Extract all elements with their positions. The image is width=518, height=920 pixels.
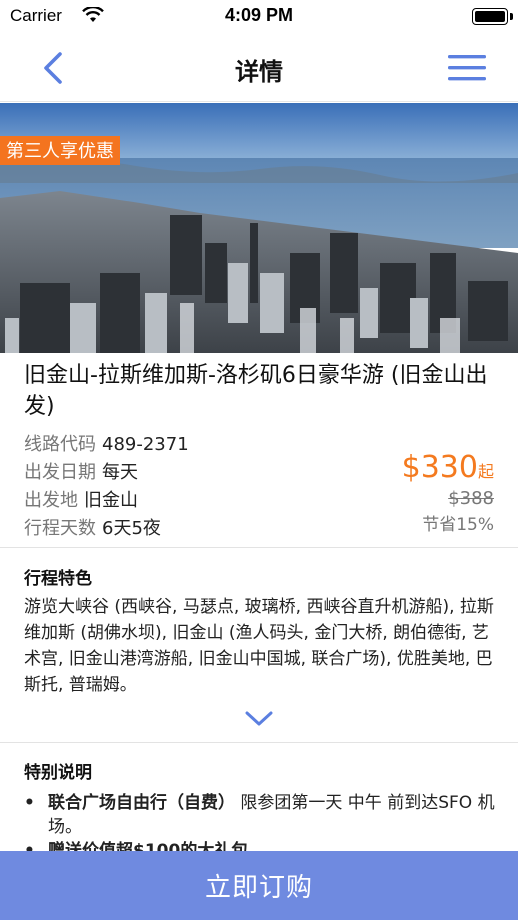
chevron-down-icon [245, 711, 273, 726]
bullet-icon: • [24, 793, 35, 813]
buy-now-label: 立即订购 [204, 873, 313, 903]
saving-label: 节省15% [422, 515, 494, 535]
promo-badge: 第三人享优惠 [0, 136, 120, 165]
price-suffix: 起 [477, 462, 494, 481]
hero-image[interactable]: 第三人享优惠 [0, 103, 518, 353]
price: $330 [401, 450, 478, 485]
info-row-departure-city: 出发地 旧金山 [24, 487, 324, 515]
buy-now-button[interactable]: 立即订购 [0, 851, 518, 920]
info-value: 每天 [102, 462, 138, 483]
original-price: $388 [448, 488, 494, 509]
price-line: $330起 [364, 450, 494, 486]
clock: 4:09 PM [224, 5, 294, 25]
battery-icon [472, 8, 508, 25]
note-bold: 联合广场自由行（自费） [48, 793, 235, 813]
info-label: 出发日期 [24, 462, 96, 483]
info-value: 旧金山 [84, 490, 138, 511]
info-label: 出发地 [24, 490, 78, 511]
note-content: 联合广场自由行（自费） 限参团第一天 中午 前到达SFO 机场。 [48, 791, 496, 839]
list-item: • 联合广场自由行（自费） 限参团第一天 中午 前到达SFO 机场。 [24, 791, 496, 839]
tour-title: 旧金山-拉斯维加斯-洛杉矶6日豪华游 (旧金山出发) [24, 363, 488, 419]
info-row-duration: 行程天数 6天5夜 [24, 515, 324, 543]
info-label: 行程天数 [24, 518, 96, 539]
info-label: 线路代码 [24, 434, 96, 455]
page-title: 详情 [235, 58, 283, 86]
features-heading: 行程特色 [24, 569, 92, 589]
info-value: 6天5夜 [102, 518, 161, 539]
status-bar: Carrier 4:09 PM [0, 0, 518, 34]
features-text: 游览大峡谷 (西峡谷, 马瑟点, 玻璃桥, 西峡谷直升机游船), 拉斯维加斯 (… [24, 597, 494, 695]
info-row-departure-date: 出发日期 每天 [24, 459, 324, 487]
divider [0, 742, 518, 743]
notes-heading: 特别说明 [24, 763, 92, 783]
menu-button[interactable] [446, 50, 488, 86]
expand-button[interactable] [244, 706, 274, 730]
hamburger-menu-icon [448, 55, 486, 81]
battery-nub [510, 13, 513, 20]
tour-info: 线路代码 489-2371 出发日期 每天 出发地 旧金山 行程天数 6天5夜 [24, 431, 324, 543]
info-value: 489-2371 [102, 434, 189, 455]
price-box: $330起 $388 节省15% [364, 450, 494, 538]
nav-bar: 详情 [0, 34, 518, 102]
info-row-route-code: 线路代码 489-2371 [24, 431, 324, 459]
divider [0, 547, 518, 548]
